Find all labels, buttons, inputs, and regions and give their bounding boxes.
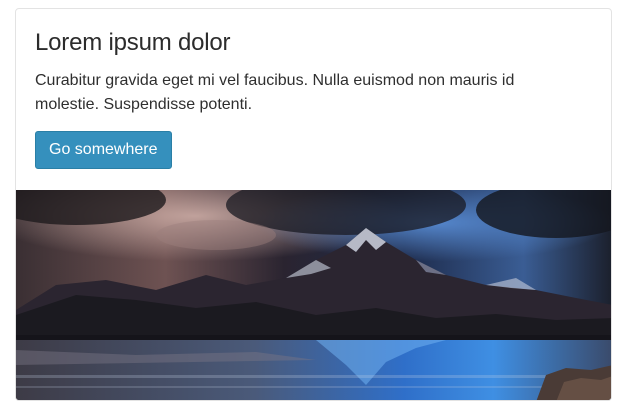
card: Lorem ipsum dolor Curabitur gravida eget… (15, 8, 612, 401)
card-text: Curabitur gravida eget mi vel faucibus. … (35, 72, 515, 113)
card-image (16, 190, 611, 400)
go-somewhere-button[interactable]: Go somewhere (35, 131, 172, 169)
card-title: Lorem ipsum dolor (35, 29, 231, 56)
lake (16, 340, 611, 400)
card-body: Lorem ipsum dolor Curabitur gravida eget… (16, 9, 611, 190)
